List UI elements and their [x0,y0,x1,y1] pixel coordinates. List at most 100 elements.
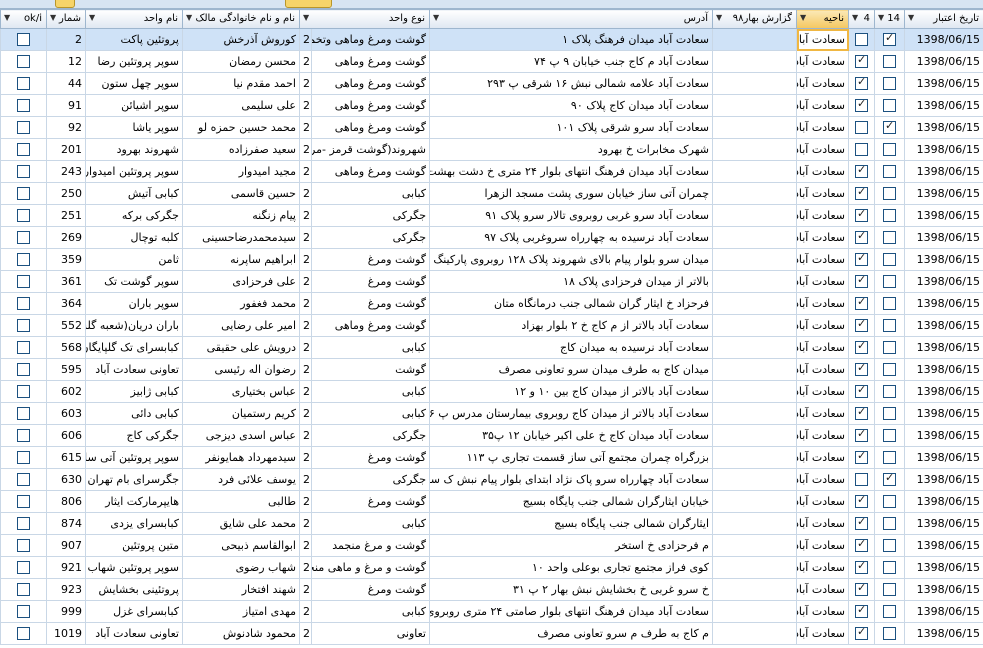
owner-cell[interactable]: کوروش آذرخش [182,28,300,51]
table-row[interactable]: 91 سوپر اشیائن علی سلیمی 2 گوشت ومرغ وما… [0,94,983,117]
c4-checkbox[interactable] [855,559,868,575]
table-row[interactable]: 603 کبابی دائی کریم رستمیان 2 کبابی سعاد… [0,402,983,425]
c14-cell[interactable] [874,600,905,623]
c4-cell[interactable] [848,182,875,205]
name-vahed-cell[interactable]: کبابی ژابیز [85,380,183,403]
name-vahed-cell[interactable]: جگرسرای بام تهران [85,468,183,491]
date-cell[interactable]: 1398/06/15 [904,534,983,557]
c14-cell[interactable] [874,402,905,425]
c4-checkbox[interactable] [855,493,868,509]
code-cell[interactable]: 2 [299,578,312,601]
table-row[interactable]: 201 شهروند بهرود سعید صفرزاده 2 شهروند(گ… [0,138,983,161]
type-cell[interactable]: گوشت ومرغ [311,490,430,513]
type-cell[interactable]: جگرکی [311,204,430,227]
name-vahed-cell[interactable]: جگرکی کاج [85,424,183,447]
report-cell[interactable] [712,226,797,249]
address-cell[interactable]: سعادت آباد علامه شمالی نبش ۱۶ شرقی پ ۲۹۳ [429,72,713,95]
c14-checkbox[interactable] [883,231,896,245]
owner-cell[interactable]: عباس بختیاری [182,380,300,403]
code-cell[interactable]: 2 [299,50,312,73]
c4-cell[interactable] [848,556,875,579]
region-cell[interactable]: سعادت آباد [796,512,849,535]
name-vahed-cell[interactable]: متین پروتئین [85,534,183,557]
date-cell[interactable]: 1398/06/15 [904,116,983,139]
type-cell[interactable]: گوشت و مرغ منجمد [311,534,430,557]
type-cell[interactable]: گوشت ومرغ وماهی [311,314,430,337]
ok-cell[interactable] [0,600,47,623]
address-cell[interactable]: کوی فراز مجتمع تجاری بوعلی واحد ۱۰ [429,556,713,579]
code-cell[interactable]: 2 [299,160,312,183]
shomar-cell[interactable]: 630 [46,468,86,491]
c4-cell[interactable] [848,358,875,381]
shomar-cell[interactable]: 603 [46,402,86,425]
ok-checkbox[interactable] [17,627,30,641]
c4-checkbox[interactable] [855,383,868,399]
c14-cell[interactable] [874,336,905,359]
ok-cell[interactable] [0,380,47,403]
ok-checkbox[interactable] [17,99,30,113]
type-cell[interactable]: کبابی [311,380,430,403]
shomar-cell[interactable]: 552 [46,314,86,337]
address-cell[interactable]: سعادت آباد م کاج جنب خیابان ۹ پ ۷۴ [429,50,713,73]
name-vahed-cell[interactable]: سوپر پروتئین آتی ساز [85,446,183,469]
code-cell[interactable]: 2 [299,424,312,447]
ok-checkbox[interactable] [17,231,30,245]
ok-cell[interactable] [0,556,47,579]
c14-cell[interactable] [874,160,905,183]
shomar-cell[interactable]: 1019 [46,622,86,645]
c4-checkbox[interactable] [855,295,868,311]
name-vahed-cell[interactable]: پروتئینی بخشایش [85,578,183,601]
owner-cell[interactable]: ابوالقاسم ذبیحی [182,534,300,557]
type-cell[interactable]: گوشت ومرغ وماهی [311,160,430,183]
owner-cell[interactable]: شهاب رضوی [182,556,300,579]
c14-checkbox[interactable] [883,429,896,443]
ok-cell[interactable] [0,116,47,139]
region-cell[interactable]: سعادت آباد [796,402,849,425]
col-header-4[interactable]: ▼ 4 [848,9,875,29]
region-cell[interactable]: سعادت آباد [796,116,849,139]
c14-checkbox[interactable] [883,275,896,289]
code-cell[interactable]: 2 [299,138,312,161]
region-cell[interactable]: سعادت آباد [796,556,849,579]
owner-cell[interactable]: علی سلیمی [182,94,300,117]
c14-checkbox[interactable] [883,605,896,619]
report-cell[interactable] [712,270,797,293]
c14-checkbox[interactable] [883,143,896,157]
owner-cell[interactable]: طالبی [182,490,300,513]
table-row[interactable]: 907 متین پروتئین ابوالقاسم ذبیحی 2 گوشت … [0,534,983,557]
code-cell[interactable]: 2 [299,556,312,579]
shomar-cell[interactable]: 364 [46,292,86,315]
ok-cell[interactable] [0,28,47,51]
type-cell[interactable]: گوشت ومرغ وماهی [311,50,430,73]
code-cell[interactable]: 2 [299,512,312,535]
date-cell[interactable]: 1398/06/15 [904,424,983,447]
report-cell[interactable] [712,446,797,469]
c4-checkbox[interactable] [855,625,868,641]
address-cell[interactable]: بزرگراه چمران مجتمع آتی ساز قسمت تجاری پ… [429,446,713,469]
type-cell[interactable]: گوشت ومرغ وماهی وتخم مرغ [311,28,430,51]
date-cell[interactable]: 1398/06/15 [904,380,983,403]
shomar-cell[interactable]: 92 [46,116,86,139]
code-cell[interactable]: 2 [299,270,312,293]
code-cell[interactable]: 2 [299,622,312,645]
c4-cell[interactable] [848,94,875,117]
c14-checkbox[interactable] [883,55,896,69]
address-cell[interactable]: سعادت آباد سرو شرقی پلاک ۱۰۱ [429,116,713,139]
shomar-cell[interactable]: 44 [46,72,86,95]
ribbon-tab-tag[interactable] [55,0,75,8]
ok-cell[interactable] [0,358,47,381]
report-cell[interactable] [712,116,797,139]
owner-cell[interactable]: مجید امیدوار [182,160,300,183]
c4-checkbox[interactable] [855,405,868,421]
address-cell[interactable]: سعادت آباد میدان فرهنگ انتهای بلوار ۲۴ م… [429,160,713,183]
ok-checkbox[interactable] [17,165,30,179]
c4-cell[interactable] [848,512,875,535]
date-cell[interactable]: 1398/06/15 [904,248,983,271]
c4-cell[interactable] [848,314,875,337]
table-row[interactable]: 606 جگرکی کاج عباس اسدی دیزجی 2 جگرکی سع… [0,424,983,447]
date-cell[interactable]: 1398/06/15 [904,28,983,51]
region-cell[interactable]: سعادت آباد [796,380,849,403]
code-cell[interactable]: 2 [299,490,312,513]
c4-cell[interactable] [848,28,875,51]
shomar-cell[interactable]: 201 [46,138,86,161]
